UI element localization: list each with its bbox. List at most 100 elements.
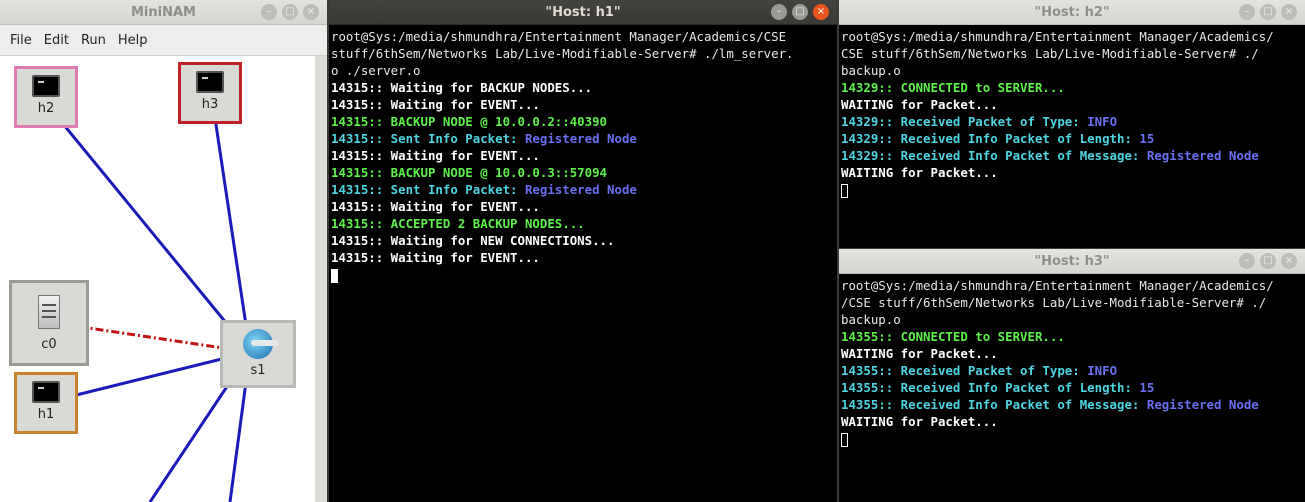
terminal-line: 14355:: Received Packet of Type: INFO <box>841 362 1303 379</box>
maximize-button[interactable]: □ <box>1260 4 1276 20</box>
terminal-cursor-line <box>841 430 1303 447</box>
cursor <box>841 432 848 447</box>
menu-help[interactable]: Help <box>112 33 154 48</box>
terminal-line: 14315:: Sent Info Packet: Registered Nod… <box>331 181 835 198</box>
terminal-line: 14315:: Sent Info Packet: Registered Nod… <box>331 130 835 147</box>
terminal-text: 14355:: Received Packet of Type: <box>841 363 1088 378</box>
close-button[interactable]: × <box>1281 4 1297 20</box>
h3-titlebar[interactable]: "Host: h3" – □ × <box>839 249 1305 274</box>
terminal-line: WAITING for Packet... <box>841 413 1303 430</box>
terminal-window-h1: "Host: h1" – □ × root@Sys:/media/shmundh… <box>329 0 837 502</box>
terminal-line: root@Sys:/media/shmundhra/Entertainment … <box>841 28 1303 45</box>
terminal-text: 14315:: Waiting for EVENT... <box>331 148 540 163</box>
terminal-output[interactable]: root@Sys:/media/shmundhra/Entertainment … <box>839 274 1305 502</box>
terminal-line: WAITING for Packet... <box>841 96 1303 113</box>
terminal-line: 14315:: ACCEPTED 2 BACKUP NODES... <box>331 215 835 232</box>
close-button[interactable]: × <box>1281 253 1297 269</box>
terminal-line: 14315:: Waiting for EVENT... <box>331 249 835 266</box>
cursor <box>331 268 338 283</box>
terminal-output[interactable]: root@Sys:/media/shmundhra/Entertainment … <box>329 25 837 502</box>
terminal-text: /CSE stuff/6thSem/Networks Lab/Live-Modi… <box>841 295 1267 310</box>
terminal-text: WAITING for Packet... <box>841 165 998 180</box>
terminal-output[interactable]: root@Sys:/media/shmundhra/Entertainment … <box>839 25 1305 248</box>
menu-run[interactable]: Run <box>75 33 112 48</box>
switch-node-s1[interactable]: s1 <box>220 320 296 388</box>
terminal-text: 14315:: Waiting for EVENT... <box>331 199 540 214</box>
host-node-h1[interactable]: h1 <box>14 372 78 434</box>
terminal-text: 14315:: BACKUP NODE @ 10.0.0.3::57094 <box>331 165 608 180</box>
minimize-button[interactable]: – <box>261 4 277 20</box>
h2-titlebar[interactable]: "Host: h2" – □ × <box>839 0 1305 25</box>
host-node-h2[interactable]: h2 <box>14 66 78 128</box>
menu-bar: File Edit Run Help <box>0 25 327 56</box>
close-button[interactable]: × <box>303 4 319 20</box>
terminal-text: Registered Node <box>1146 397 1259 412</box>
node-label: c0 <box>41 337 57 352</box>
terminal-line: root@Sys:/media/shmundhra/Entertainment … <box>841 277 1303 294</box>
terminal-text: 14355:: CONNECTED to SERVER... <box>841 329 1065 344</box>
terminal-text: 14315:: BACKUP NODE @ 10.0.0.2::40390 <box>331 114 608 129</box>
minimize-button[interactable]: – <box>1239 253 1255 269</box>
terminal-text: Registered Node <box>1146 148 1259 163</box>
mininam-titlebar[interactable]: MiniNAM – □ × <box>0 0 327 25</box>
terminal-text: 14329:: Received Packet of Type: <box>841 114 1088 129</box>
terminal-text: 14315:: Waiting for EVENT... <box>331 250 540 265</box>
terminal-cursor-line <box>841 181 1303 198</box>
maximize-button[interactable]: □ <box>282 4 298 20</box>
terminal-line: 14329:: Received Packet of Type: INFO <box>841 113 1303 130</box>
terminal-text: 15 <box>1139 131 1155 146</box>
terminal-icon <box>32 75 60 97</box>
terminal-line: 14355:: Received Info Packet of Message:… <box>841 396 1303 413</box>
maximize-button[interactable]: □ <box>1260 253 1276 269</box>
terminal-line: 14329:: CONNECTED to SERVER... <box>841 79 1303 96</box>
terminal-text: Registered Node <box>524 182 637 197</box>
terminal-line: CSE stuff/6thSem/Networks Lab/Live-Modif… <box>841 45 1303 62</box>
terminal-text: WAITING for Packet... <box>841 414 998 429</box>
topology-canvas[interactable]: h2 h3 c0 s1 h1 <box>0 56 315 502</box>
terminal-text: 14355:: Received Info Packet of Message: <box>841 397 1147 412</box>
controller-node-c0[interactable]: c0 <box>9 280 89 366</box>
terminal-text: 14329:: Received Info Packet of Message: <box>841 148 1147 163</box>
terminal-line: 14329:: Received Info Packet of Message:… <box>841 147 1303 164</box>
terminal-icon <box>196 71 224 93</box>
terminal-text: WAITING for Packet... <box>841 346 998 361</box>
side-panel-strip[interactable] <box>315 56 327 502</box>
window-title: "Host: h1" <box>545 4 621 20</box>
terminal-window-h3: "Host: h3" – □ × root@Sys:/media/shmundh… <box>839 249 1305 502</box>
terminal-line: 14315:: Waiting for EVENT... <box>331 198 835 215</box>
terminal-text: Registered Node <box>524 131 637 146</box>
menu-edit[interactable]: Edit <box>38 33 75 48</box>
close-button[interactable]: × <box>813 4 829 20</box>
window-title: "Host: h2" <box>1034 4 1110 20</box>
terminal-line: 14315:: BACKUP NODE @ 10.0.0.2::40390 <box>331 113 835 130</box>
h1-titlebar[interactable]: "Host: h1" – □ × <box>329 0 837 25</box>
terminal-line: 14315:: Waiting for NEW CONNECTIONS... <box>331 232 835 249</box>
terminal-text: 14315:: Waiting for BACKUP NODES... <box>331 80 593 95</box>
node-label: h2 <box>37 101 55 116</box>
terminal-text: backup.o <box>841 312 901 327</box>
node-label: h3 <box>201 97 219 112</box>
terminal-text: 14329:: Received Info Packet of Length: <box>841 131 1140 146</box>
terminal-line: 14315:: Waiting for BACKUP NODES... <box>331 79 835 96</box>
terminal-line: 14315:: Waiting for EVENT... <box>331 147 835 164</box>
terminal-text: stuff/6thSem/Networks Lab/Live-Modifiabl… <box>331 46 794 61</box>
terminal-text: root@Sys:/media/shmundhra/Entertainment … <box>841 278 1274 293</box>
minimize-button[interactable]: – <box>771 4 787 20</box>
terminal-line: backup.o <box>841 62 1303 79</box>
minimize-button[interactable]: – <box>1239 4 1255 20</box>
terminal-line: /CSE stuff/6thSem/Networks Lab/Live-Modi… <box>841 294 1303 311</box>
host-node-h3[interactable]: h3 <box>178 62 242 124</box>
terminal-line: backup.o <box>841 311 1303 328</box>
terminal-text: root@Sys:/media/shmundhra/Entertainment … <box>331 29 787 44</box>
terminal-cursor-line <box>331 266 835 283</box>
mininam-window: MiniNAM – □ × File Edit Run Help h2 h3 c… <box>0 0 327 502</box>
terminal-text: 14355:: Received Info Packet of Length: <box>841 380 1140 395</box>
terminal-text: o ./server.o <box>331 63 421 78</box>
terminal-line: 14355:: CONNECTED to SERVER... <box>841 328 1303 345</box>
terminal-text: 14315:: Waiting for EVENT... <box>331 97 540 112</box>
terminal-text: 14329:: CONNECTED to SERVER... <box>841 80 1065 95</box>
terminal-text: CSE stuff/6thSem/Networks Lab/Live-Modif… <box>841 46 1259 61</box>
menu-file[interactable]: File <box>4 33 38 48</box>
terminal-text: 14315:: Sent Info Packet: <box>331 131 525 146</box>
maximize-button[interactable]: □ <box>792 4 808 20</box>
